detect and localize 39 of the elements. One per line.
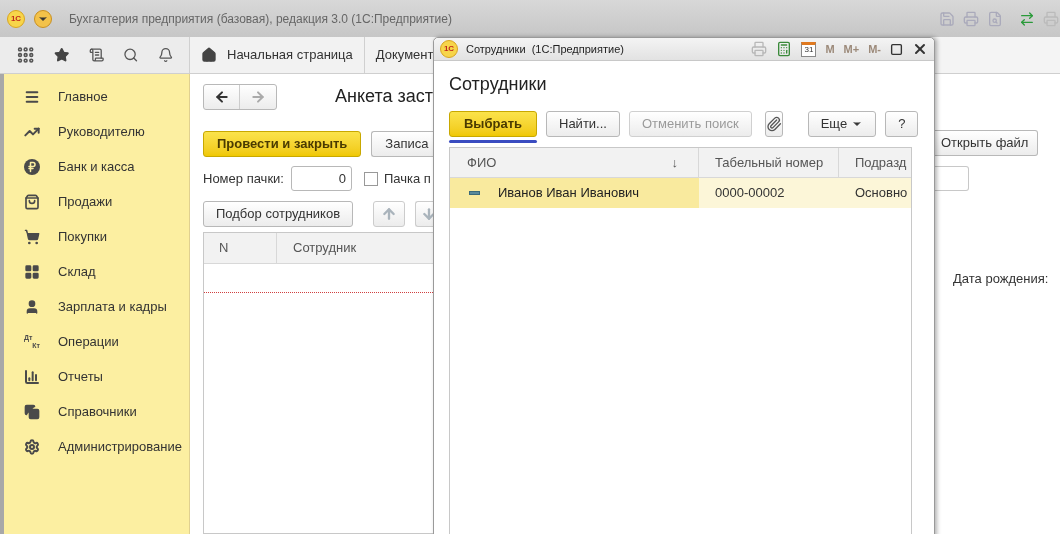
sidebar-item[interactable]: Банк и касса: [4, 149, 189, 184]
sidebar-item[interactable]: Продажи: [4, 184, 189, 219]
table-cell-text: Иванов Иван Иванович: [498, 184, 640, 203]
sort-indicator[interactable]: ↓: [671, 152, 678, 173]
dialog-title: Сотрудники (1С:Предприятие): [466, 41, 624, 57]
post-and-close-button[interactable]: Провести и закрыть: [203, 131, 362, 157]
table-row[interactable]: Иванов Иван Иванович 0000-00002 Основно: [450, 178, 911, 208]
sidebar-item[interactable]: Отчеты: [4, 359, 189, 394]
logo-icon: 1С: [440, 40, 458, 58]
sidebar-item[interactable]: Администрирование: [4, 429, 189, 464]
logo-icon: 1С: [7, 9, 25, 28]
column-header: Сотрудник: [292, 239, 357, 258]
form-title: Анкета заст: [335, 85, 433, 108]
field-label: Дата рождения:: [953, 270, 1050, 288]
toolbar-button[interactable]: Найти...: [546, 111, 620, 137]
calendar-icon[interactable]: 31: [801, 41, 817, 57]
window-title: Бухгалтерия предприятия (базовая), редакция 3.0 (1С:Предприятие): [69, 10, 452, 28]
column-header: ФИО: [467, 153, 497, 172]
column-header: Подразд: [855, 153, 907, 172]
sidebar-item[interactable]: Справочники: [4, 394, 189, 429]
column-header: Табельный номер: [715, 153, 824, 172]
toolbar-button[interactable]: ?: [885, 111, 919, 137]
sidebar-item[interactable]: Склад: [4, 254, 189, 289]
pick-employees-button[interactable]: Подбор сотрудников: [203, 201, 354, 227]
sidebar-item[interactable]: Главное: [4, 79, 189, 114]
table-cell-text: 0000-00002: [715, 184, 785, 203]
checkbox-label: Пачка п: [383, 169, 431, 188]
column-header: N: [204, 233, 277, 263]
choose-button[interactable]: Выбрать: [449, 111, 537, 137]
batch-number-field[interactable]: 0: [290, 166, 352, 191]
open-file-button[interactable]: Открыть файл: [933, 130, 1038, 156]
table-cell-text: Основно: [855, 184, 908, 203]
save-button[interactable]: Записа: [371, 131, 433, 157]
field-label: Номер пачки:: [203, 169, 284, 188]
more-button[interactable]: Еще: [807, 111, 877, 137]
sidebar-item[interactable]: Зарплата и кадры: [4, 289, 189, 324]
dialog-heading: Сотрудники: [449, 73, 548, 96]
sidebar-item[interactable]: Руководителю: [4, 114, 189, 149]
sidebar-item[interactable]: Покупки: [4, 219, 189, 254]
